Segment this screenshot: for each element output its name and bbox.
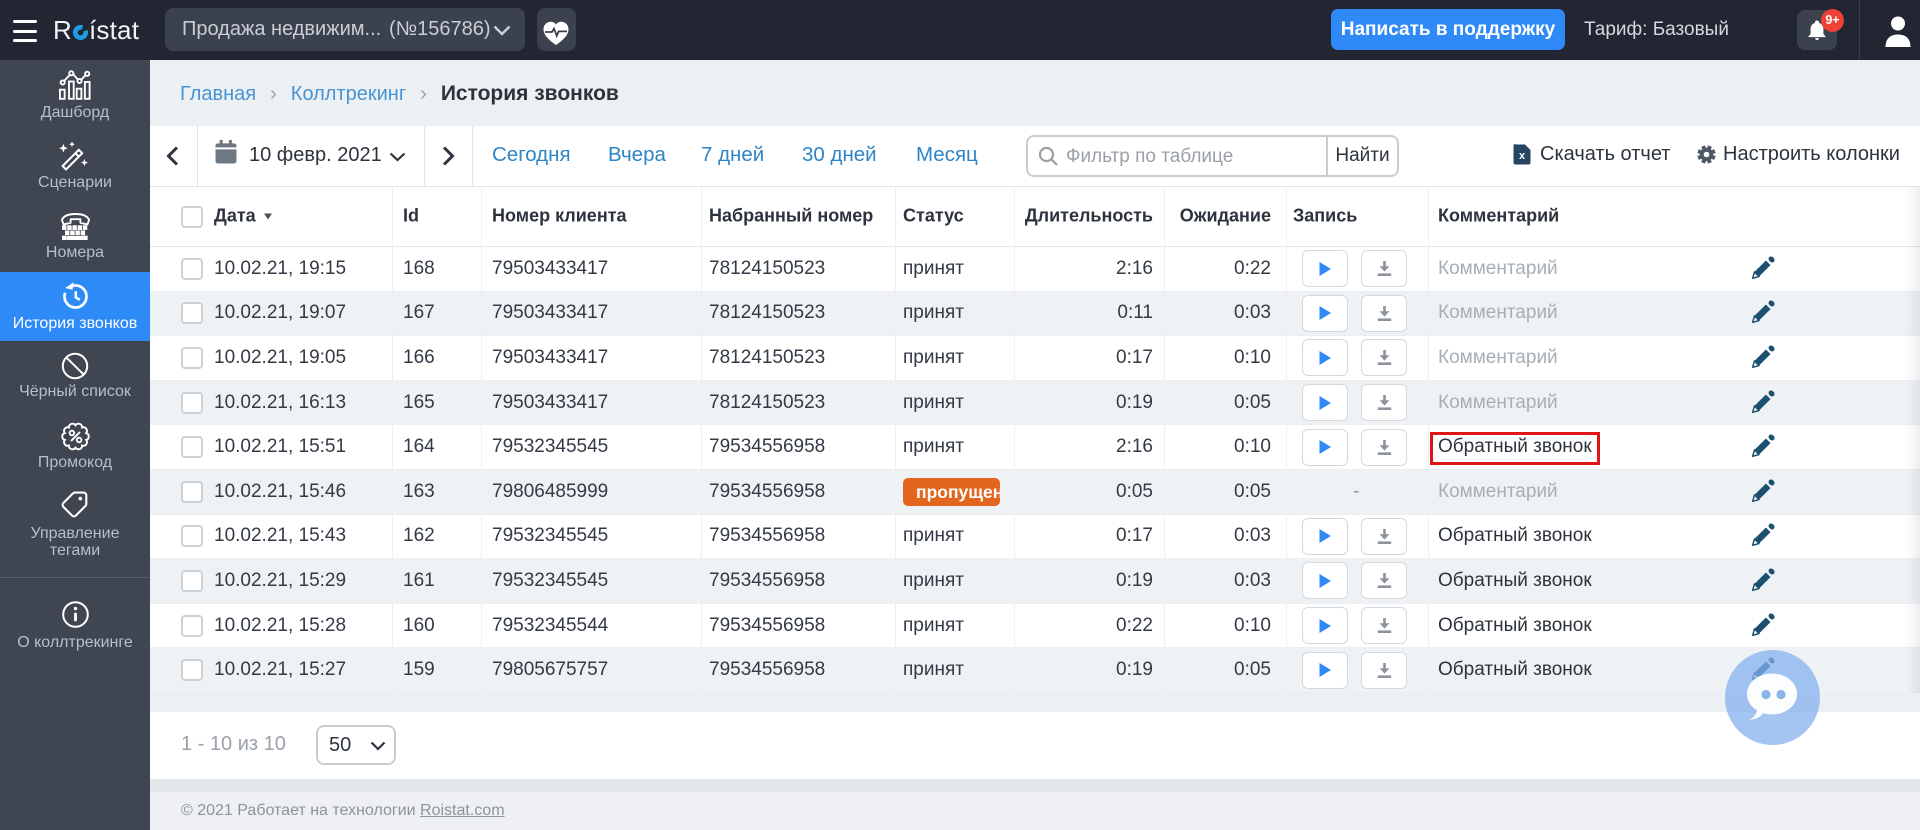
svg-text:x: x xyxy=(1519,150,1526,162)
